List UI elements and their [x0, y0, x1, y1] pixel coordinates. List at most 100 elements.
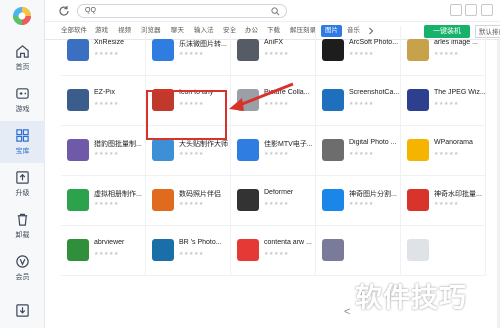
app-name: ArcSoft Photo... [349, 39, 399, 46]
highlight-box [146, 90, 227, 140]
app-name: XnResize [94, 39, 124, 46]
app-rating: ★★★★★ [264, 251, 289, 257]
sidebar-item-downloads[interactable] [0, 289, 45, 328]
sidebar-item-vip[interactable]: 会员 [0, 247, 45, 289]
app-name: ScreenshotCa... [349, 89, 400, 96]
app-rating: ★★★★★ [179, 251, 204, 257]
app-rating: ★★★★★ [264, 51, 289, 57]
app-name: The JPEG Wiz... [434, 89, 486, 96]
app-cell[interactable]: XnResize ★★★★★ [61, 26, 146, 76]
app-icon [67, 139, 89, 161]
app-cell[interactable]: 虚拟相册制作... ★★★★★ [61, 176, 146, 226]
app-name: AniFX [264, 39, 284, 46]
app-name: WPanorama [434, 139, 473, 146]
app-cell[interactable]: Deformer ★★★★★ [231, 176, 316, 226]
app-name: 大头贴制作大师 [179, 141, 228, 148]
app-rating: ★★★★★ [434, 101, 459, 107]
watermark-text: 软件技巧 [355, 283, 467, 313]
search-icon[interactable] [271, 7, 280, 16]
app-icon [67, 39, 89, 61]
sidebar-item-label: 会员 [15, 274, 30, 281]
search-box[interactable] [77, 4, 287, 18]
sidebar-item-uninstall[interactable]: 卸载 [0, 205, 45, 247]
app-icon [67, 189, 89, 211]
app-cell[interactable]: EZ-Pix ★★★★★ [61, 76, 146, 126]
app-cell[interactable] [316, 226, 401, 276]
app-icon [407, 189, 429, 211]
app-rating: ★★★★★ [94, 151, 119, 157]
app-rating: ★★★★★ [434, 51, 459, 57]
app-rating: ★★★★★ [434, 201, 459, 207]
app-rating: ★★★★★ [94, 51, 119, 57]
app-icon [237, 189, 259, 211]
app-cell[interactable]: 乐沫微图片转... ★★★★★ [146, 26, 231, 76]
app-cell[interactable]: 神奇图片分割... ★★★★★ [316, 176, 401, 226]
app-cell[interactable]: BR 's Photo... ★★★★★ [146, 226, 231, 276]
gamepad-icon [16, 88, 29, 99]
app-name: arles image ... [434, 39, 478, 46]
app-icon [152, 189, 174, 211]
minimize-button[interactable] [465, 4, 477, 16]
app-name: 数码照片伴侣 [179, 191, 221, 198]
app-cell[interactable]: WPanorama ★★★★★ [401, 126, 486, 176]
app-icon [407, 89, 429, 111]
app-name: 神奇图片分割... [349, 191, 397, 198]
download-icon [16, 303, 29, 317]
app-rating: ★★★★★ [94, 101, 119, 107]
sidebar-item-treasury[interactable]: 宝库 [0, 121, 45, 163]
menu-button[interactable] [450, 4, 462, 16]
sidebar-item-label: 游戏 [15, 106, 30, 113]
app-icon [237, 39, 259, 61]
app-rating: ★★★★★ [264, 201, 289, 207]
app-cell[interactable]: 佳影MTV电子... ★★★★★ [231, 126, 316, 176]
app-icon [322, 239, 344, 261]
upgrade-icon [16, 171, 29, 184]
app-rating: ★★★★★ [179, 51, 204, 57]
app-icon [407, 239, 429, 261]
app-icon [67, 89, 89, 111]
close-button[interactable] [481, 4, 493, 16]
app-icon [237, 139, 259, 161]
app-icon [322, 139, 344, 161]
app-cell[interactable]: The JPEG Wiz... ★★★★★ [401, 76, 486, 126]
app-icon [152, 239, 174, 261]
top-bar [45, 0, 500, 22]
app-cell[interactable]: ArcSoft Photo... ★★★★★ [316, 26, 401, 76]
app-rating: ★★★★★ [349, 201, 374, 207]
sidebar-item-label: 升级 [15, 190, 30, 197]
app-name: contenta arw ... [264, 239, 312, 246]
sidebar: 首页 游戏 宝库 升级 卸载 会员 [0, 0, 45, 328]
app-cell[interactable]: Digital Photo ... ★★★★★ [316, 126, 401, 176]
app-cell[interactable]: abrviewer ★★★★★ [61, 226, 146, 276]
app-rating: ★★★★★ [179, 151, 204, 157]
app-name: 佳影MTV电子... [264, 141, 313, 148]
app-cell[interactable]: contenta arw ... ★★★★★ [231, 226, 316, 276]
app-rating: ★★★★★ [94, 201, 119, 207]
sidebar-item-upgrade[interactable]: 升级 [0, 163, 45, 205]
app-cell[interactable]: 猎豹图批量制... ★★★★★ [61, 126, 146, 176]
page-prev-button[interactable]: < [344, 306, 350, 318]
app-name: Digital Photo ... [349, 139, 397, 146]
app-cell[interactable]: AniFX ★★★★★ [231, 26, 316, 76]
app-cell[interactable]: ScreenshotCa... ★★★★★ [316, 76, 401, 126]
app-cell[interactable]: 数码照片伴侣 ★★★★★ [146, 176, 231, 226]
refresh-icon[interactable] [58, 5, 70, 17]
app-rating: ★★★★★ [94, 251, 119, 257]
app-icon [67, 239, 89, 261]
app-name: 神奇水印批量... [434, 191, 482, 198]
app-name: EZ-Pix [94, 89, 115, 96]
app-cell[interactable]: 神奇水印批量... ★★★★★ [401, 176, 486, 226]
search-input[interactable] [85, 5, 265, 17]
vip-icon [16, 255, 29, 268]
app-rating: ★★★★★ [349, 151, 374, 157]
sidebar-item-games[interactable]: 游戏 [0, 79, 45, 121]
app-cell[interactable] [401, 226, 486, 276]
home-icon [16, 45, 29, 58]
sidebar-item-label: 卸载 [15, 232, 30, 239]
app-rating: ★★★★★ [434, 151, 459, 157]
sidebar-item-home[interactable]: 首页 [0, 37, 45, 79]
app-rating: ★★★★★ [349, 101, 374, 107]
app-cell[interactable]: arles image ... ★★★★★ [401, 26, 486, 76]
app-icon [152, 39, 174, 61]
app-name: BR 's Photo... [179, 239, 222, 246]
